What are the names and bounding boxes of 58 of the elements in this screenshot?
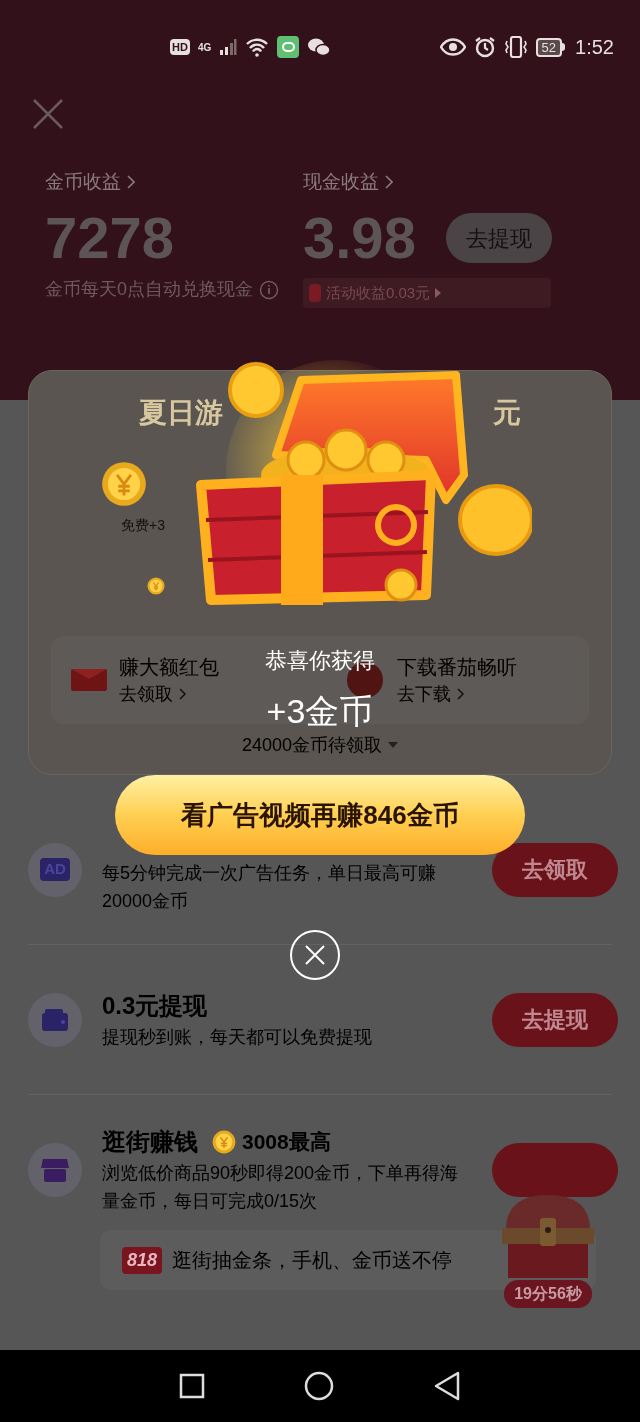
wechat-icon xyxy=(307,37,332,57)
earnings-value: 3.98 xyxy=(303,206,416,270)
hd-indicator: HD xyxy=(170,38,190,56)
caret-right-icon xyxy=(435,288,442,298)
chevron-right-icon xyxy=(385,175,393,189)
chevron-right-icon xyxy=(457,688,464,700)
phone-icon xyxy=(309,284,321,302)
signal-icon xyxy=(219,38,238,56)
close-icon xyxy=(304,944,326,966)
promo-badge: 818 xyxy=(122,1246,163,1274)
ad-icon: AD xyxy=(28,842,82,897)
recent-apps-icon[interactable] xyxy=(179,1373,206,1399)
vibrate-icon xyxy=(503,36,528,58)
activity-income-text: 活动收益0.03元 xyxy=(326,282,431,303)
event-title: 元 xyxy=(493,396,521,430)
task-button[interactable]: 去领取 xyxy=(492,842,618,897)
wifi-icon xyxy=(245,37,270,57)
close-button[interactable] xyxy=(290,930,340,980)
clock-time: 1:52 xyxy=(575,35,614,60)
task-button[interactable]: 去提现 xyxy=(492,992,618,1047)
reward-amount: +3金币 xyxy=(265,691,375,732)
watch-ad-button[interactable]: 看广告视频再赚846金币 xyxy=(115,775,525,855)
earnings-link[interactable]: 现金收益 xyxy=(303,168,379,196)
free-bonus-label: 免费+3 xyxy=(121,516,166,535)
shortcut-action[interactable]: 去下载 xyxy=(397,681,451,707)
shortcut-action[interactable]: 去领取 xyxy=(119,681,173,707)
reward-headline: 恭喜你获得 xyxy=(264,647,376,675)
earnings-value: 7278 xyxy=(45,206,175,270)
task-description: 浏览低价商品90秒即得200金币，下单再得海量金币，每日可完成0/15次 xyxy=(102,1162,460,1213)
task-description: 提现秒到账，每天都可以免费提现 xyxy=(102,1025,373,1049)
countdown-timer: 19分56秒 xyxy=(504,1280,592,1308)
home-icon[interactable] xyxy=(304,1371,334,1401)
close-icon[interactable] xyxy=(32,98,64,130)
chevron-right-icon xyxy=(127,175,135,189)
chevron-right-icon xyxy=(179,688,186,700)
chat-app-icon xyxy=(277,36,300,58)
coin-icon xyxy=(147,577,165,595)
shortcut-title[interactable]: 赚大额红包 xyxy=(119,653,219,681)
info-icon xyxy=(259,279,279,300)
activity-income-chip[interactable]: 活动收益0.03元 xyxy=(303,278,551,308)
promo-text: 逛街抽金条，手机、金币送不停 xyxy=(172,1248,453,1273)
alarm-icon xyxy=(473,36,496,58)
shortcut-title[interactable]: 下载番茄畅听 xyxy=(397,653,517,681)
envelope-icon xyxy=(71,669,107,691)
pending-coins-text[interactable]: 24000金币待领取 xyxy=(241,732,383,758)
network-type: 4G xyxy=(197,40,212,55)
task-description: 每5分钟完成一次广告任务，单日最高可赚20000金币 xyxy=(102,861,437,913)
exchange-note: 金币每天0点自动兑换现金 xyxy=(45,278,253,301)
task-title: 0.3元提现 xyxy=(102,990,208,1021)
battery-indicator: 52 xyxy=(535,37,566,57)
event-title: 夏日游 xyxy=(139,396,223,430)
eye-icon xyxy=(439,38,466,56)
coin-icon xyxy=(212,1130,236,1154)
back-icon[interactable] xyxy=(432,1371,461,1401)
task-title: 逛街赚钱 xyxy=(102,1127,198,1157)
coin-icon xyxy=(101,461,147,507)
earnings-link[interactable]: 金币收益 xyxy=(45,168,121,196)
task-reward: 3008最高 xyxy=(242,1129,331,1156)
